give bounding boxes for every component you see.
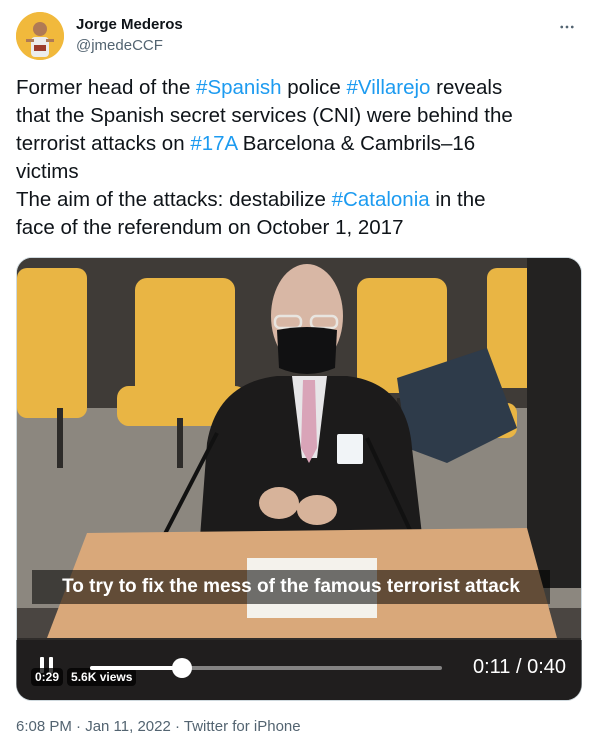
- hashtag-link[interactable]: #Spanish: [196, 76, 281, 99]
- tweet-text-segment: that the Spanish secret services (CNI) w…: [16, 104, 513, 127]
- progress-bar[interactable]: [90, 658, 442, 678]
- progress-thumb[interactable]: [171, 658, 192, 678]
- tweet-text-line: terrorist attacks on #17A Barcelona & Ca…: [16, 130, 582, 158]
- avatar[interactable]: [16, 12, 64, 60]
- tweet-text-line: that the Spanish secret services (CNI) w…: [16, 102, 582, 130]
- tweet-header: Jorge Mederos @jmedeCCF: [16, 12, 582, 62]
- tweet-text-line: Former head of the #Spanish police #Vill…: [16, 74, 582, 102]
- hashtag-link[interactable]: #Villarejo: [347, 76, 431, 99]
- time-display: 0:11 / 0:40: [472, 656, 566, 678]
- video-subtitle: To try to fix the mess of the famous ter…: [32, 570, 550, 604]
- tweet-text-line: face of the referendum on October 1, 201…: [16, 214, 582, 242]
- video-frame: [17, 258, 581, 700]
- hashtag-link[interactable]: #Catalonia: [332, 188, 430, 211]
- progress-fill: [90, 666, 182, 670]
- tweet-text-segment: reveals: [430, 76, 503, 99]
- video-badges: 0:29 5.6K views: [31, 668, 137, 686]
- more-options-button[interactable]: [552, 12, 582, 42]
- tweet-text-line: The aim of the attacks: destabilize #Cat…: [16, 186, 582, 214]
- tweet-text-line: victims: [16, 158, 582, 186]
- video-player[interactable]: [16, 257, 582, 701]
- tweet-text-segment: face of the referendum on October 1, 201…: [16, 216, 404, 239]
- tweet-meta: 6:08 PM · Jan 11, 2022 · Twitter for iPh…: [16, 718, 301, 735]
- tweet-text-segment: terrorist attacks on: [16, 132, 191, 155]
- views-badge: 5.6K views: [67, 668, 137, 686]
- tweet-text-segment: in the: [429, 188, 486, 211]
- author-handle[interactable]: @jmedeCCF: [76, 37, 163, 54]
- timestamp[interactable]: 6:08 PM · Jan 11, 2022 ·: [16, 718, 184, 735]
- video-controls: 0:29 5.6K views 0:11 / 0:40: [16, 640, 582, 700]
- more-horizontal-icon: [560, 25, 574, 29]
- tweet-text-segment: Barcelona & Cambrils–16: [237, 132, 476, 155]
- source-link[interactable]: Twitter for iPhone: [184, 718, 301, 735]
- tweet-text-segment: police: [281, 76, 347, 99]
- tweet-text-segment: The aim of the attacks: destabilize: [16, 188, 332, 211]
- hashtag-link[interactable]: #17A: [190, 132, 237, 155]
- author-name[interactable]: Jorge Mederos: [76, 16, 183, 33]
- tweet-text-segment: Former head of the: [16, 76, 197, 99]
- tweet-text: Former head of the #Spanish police #Vill…: [16, 74, 582, 242]
- elapsed-badge: 0:29: [31, 668, 64, 686]
- tweet-text-segment: victims: [16, 160, 79, 183]
